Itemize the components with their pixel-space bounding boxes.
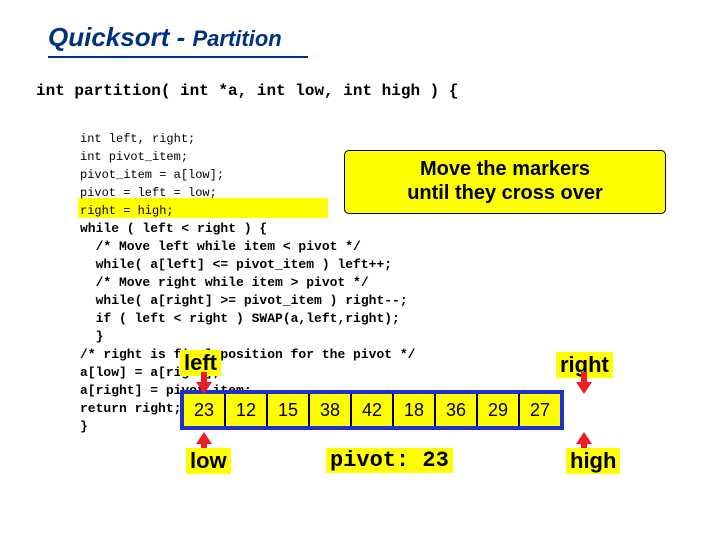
array-cell: 42 [352,394,394,426]
code-line: pivot_item = a[low]; [80,168,224,182]
arrow-up-icon [196,432,212,444]
array-cell: 27 [520,394,560,426]
label-low: low [186,448,231,474]
code-line: pivot = left = low; [80,186,217,200]
code-line-highlighted: while ( left < right ) { [80,221,267,236]
array-cell: 29 [478,394,520,426]
arrow-down-icon [196,382,212,394]
array-cell: 23 [184,394,226,426]
title-main: Quicksort - [48,22,192,52]
label-high: high [566,448,620,474]
pivot-label: pivot: [330,448,409,473]
array-cell: 15 [268,394,310,426]
array-cell: 36 [436,394,478,426]
code-line: /* Move right while item > pivot */ [80,275,369,290]
arrow-up-icon [576,432,592,444]
array-cell: 38 [310,394,352,426]
code-line: int pivot_item; [80,150,188,164]
function-signature: int partition( int *a, int low, int high… [36,82,458,100]
code-line: return right; [80,401,181,416]
title-sub: Partition [192,26,281,51]
array-diagram: 23 12 15 38 42 18 36 29 27 [180,390,564,430]
array-cell: 18 [394,394,436,426]
code-line: } [80,329,103,344]
array-cell: 12 [226,394,268,426]
code-line: while( a[left] <= pivot_item ) left++; [80,257,392,272]
code-line: } [80,419,88,434]
code-line: right = high; [80,204,174,218]
code-line: if ( left < right ) SWAP(a,left,right); [80,311,400,326]
title-underline [48,56,308,58]
callout-line: Move the markers [420,158,590,180]
arrow-down-icon [576,382,592,394]
array-cells: 23 12 15 38 42 18 36 29 27 [180,390,564,430]
code-line: /* right is final position for the pivot… [80,347,415,362]
pivot-value: 23 [422,448,448,473]
code-line: while( a[right] >= pivot_item ) right--; [80,293,408,308]
code-line: /* Move left while item < pivot */ [80,239,361,254]
callout-bubble: Move the markers until they cross over [344,150,666,214]
slide-title: Quicksort - Partition [48,22,282,53]
pivot-display: pivot: 23 [326,448,453,473]
callout-line: until they cross over [407,182,603,204]
code-line: int left, right; [80,132,195,146]
